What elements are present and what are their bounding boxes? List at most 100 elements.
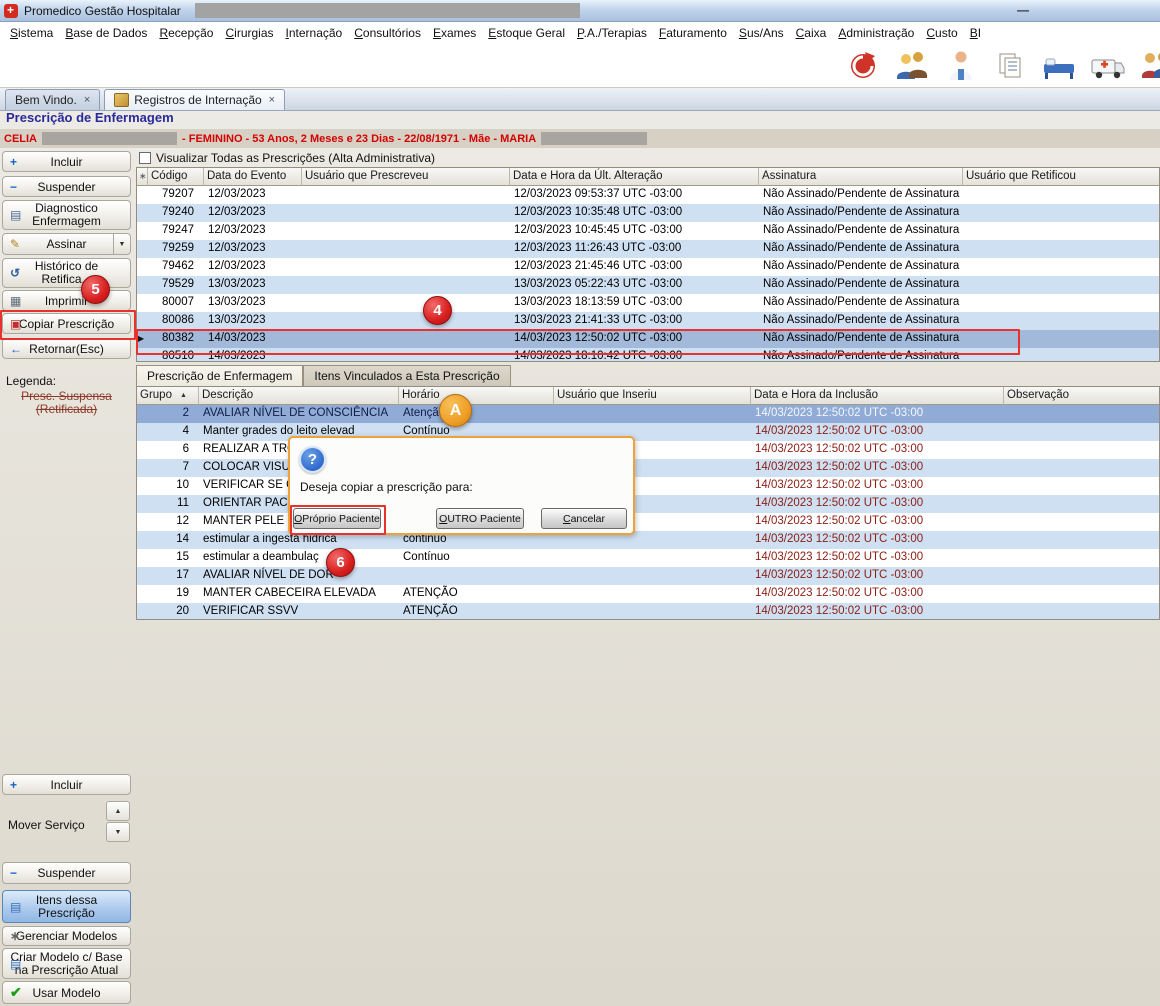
minimize-button[interactable]: — <box>1008 1 1038 19</box>
menu-caixa[interactable]: Caixa <box>790 24 833 42</box>
menu-exames[interactable]: Exames <box>427 24 482 42</box>
column-header-grupo[interactable]: Grupo <box>137 387 199 405</box>
cell-codigo: 79207 <box>148 186 204 204</box>
cell-data-e-hora-da-inclusao: 14/03/2023 12:50:02 UTC -03:00 <box>751 603 1004 620</box>
incluir-item-button[interactable]: Incluir <box>2 774 131 795</box>
cancelar-button[interactable]: Cancelar <box>541 508 627 529</box>
cell-horario: Atenção <box>399 405 554 423</box>
copy-prescription-dialog: Deseja copiar a prescrição para: O Própr… <box>288 436 635 535</box>
proprio-paciente-button[interactable]: O Próprio Paciente <box>293 508 381 529</box>
cell-data-e-hora-da-inclusao: 14/03/2023 12:50:02 UTC -03:00 <box>751 459 1004 477</box>
cell-data-do-evento: 13/03/2023 <box>204 294 302 312</box>
tab-registros-de-internacao[interactable]: Registros de Internação× <box>104 89 285 110</box>
cell-data-e-hora-da-inclusao: 14/03/2023 12:50:02 UTC -03:00 <box>751 405 1004 423</box>
close-icon[interactable]: × <box>269 94 275 106</box>
toolbar-icons <box>844 44 1160 88</box>
menu-administracao[interactable]: Administração <box>832 24 920 42</box>
historico-retificacao-button[interactable]: Histórico de Retifica... <box>2 258 131 288</box>
cell-data-e-hora-da-ult-alteracao: 12/03/2023 10:45:45 UTC -03:00 <box>510 222 759 240</box>
copiar-prescricao-button[interactable]: Copiar Prescrição <box>2 313 131 334</box>
table-row[interactable]: 20VERIFICAR SSVVATENÇÃO14/03/2023 12:50:… <box>137 603 1159 620</box>
column-header-data-e-hora-da-inclusao[interactable]: Data e Hora da Inclusão <box>751 387 1004 405</box>
assinar-dropdown-button[interactable]: ▼ <box>113 234 130 254</box>
documents-icon[interactable] <box>991 47 1029 85</box>
menu-consultorios[interactable]: Consultórios <box>348 24 427 42</box>
table-row[interactable]: 8051014/03/202314/03/2023 18:10:42 UTC -… <box>137 348 1159 362</box>
column-header-horario[interactable]: Horário <box>399 387 554 405</box>
doctor-icon[interactable] <box>942 47 980 85</box>
table-row[interactable]: 7924012/03/202312/03/2023 10:35:48 UTC -… <box>137 204 1159 222</box>
incluir-button[interactable]: Incluir <box>2 151 131 172</box>
column-header-usuario-que-prescreveu[interactable]: Usuário que Prescreveu <box>302 168 510 186</box>
menu-faturamento[interactable]: Faturamento <box>653 24 733 42</box>
menu-custo[interactable]: Custo <box>920 24 963 42</box>
copy-icon <box>10 318 21 330</box>
column-header-assinatura[interactable]: Assinatura <box>759 168 963 186</box>
column-header-observacao[interactable]: Observação <box>1004 387 1160 405</box>
window-title: Promedico Gestão Hospitalar <box>24 4 181 18</box>
column-header-descricao[interactable]: Descrição <box>199 387 399 405</box>
patients-icon[interactable] <box>893 47 931 85</box>
menu-base-de-dados[interactable]: Base de Dados <box>59 24 153 42</box>
column-header-codigo[interactable]: Código <box>148 168 204 186</box>
cell-usuario-que-prescreveu <box>302 204 510 222</box>
menu-recepcao[interactable]: Recepção <box>153 24 219 42</box>
table-row[interactable]: 17AVALIAR NÍVEL DE DOR14/03/2023 12:50:0… <box>137 567 1159 585</box>
people-icon[interactable] <box>1138 47 1160 85</box>
table-row[interactable]: 7952913/03/202313/03/2023 05:22:43 UTC -… <box>137 276 1159 294</box>
step-badge-4: 4 <box>423 296 452 325</box>
cell-grupo: 14 <box>137 531 199 549</box>
criar-modelo-button[interactable]: Criar Modelo c/ Base na Prescrição Atual <box>2 948 131 979</box>
button-label: Enfermagem <box>32 215 101 228</box>
diagnostico-enfermagem-button[interactable]: Diagnostico Enfermagem <box>2 200 131 230</box>
cell-observacao <box>1004 549 1160 567</box>
cell-data-e-hora-da-ult-alteracao: 13/03/2023 05:22:43 UTC -03:00 <box>510 276 759 294</box>
bed-icon[interactable] <box>1040 47 1078 85</box>
gerenciar-modelos-button[interactable]: Gerenciar Modelos <box>2 926 131 946</box>
ambulance-icon[interactable] <box>1089 47 1127 85</box>
table-row[interactable]: 7924712/03/202312/03/2023 10:45:45 UTC -… <box>137 222 1159 240</box>
menu-estoque-geral[interactable]: Estoque Geral <box>482 24 571 42</box>
table-row[interactable]: 7920712/03/202312/03/2023 09:53:37 UTC -… <box>137 186 1159 204</box>
cell-assinatura: Não Assinado/Pendente de Assinatura <box>759 186 963 204</box>
usar-modelo-button[interactable]: Usar Modelo <box>2 981 131 1004</box>
table-row[interactable]: 8038214/03/202314/03/2023 12:50:02 UTC -… <box>137 330 1159 348</box>
table-row[interactable]: 15estimular a deambulaçContínuo14/03/202… <box>137 549 1159 567</box>
table-row[interactable]: 8008613/03/202313/03/2023 21:41:33 UTC -… <box>137 312 1159 330</box>
cell-data-e-hora-da-inclusao: 14/03/2023 12:50:02 UTC -03:00 <box>751 531 1004 549</box>
tab-bem-vindo[interactable]: Bem Vindo.× <box>5 89 100 110</box>
table-row[interactable]: 7946212/03/202312/03/2023 21:45:46 UTC -… <box>137 258 1159 276</box>
itens-dessa-prescricao-button[interactable]: Itens dessa Prescrição <box>2 890 131 923</box>
menu-internacao[interactable]: Internação <box>280 24 349 42</box>
subtab-prescricao-de-enfermagem[interactable]: Prescrição de Enfermagem <box>136 365 303 386</box>
table-row[interactable]: 8000713/03/202313/03/2023 18:13:59 UTC -… <box>137 294 1159 312</box>
menu-bi[interactable]: BI <box>964 24 987 42</box>
outro-paciente-button[interactable]: OUTRO Paciente <box>436 508 524 529</box>
retornar-button[interactable]: Retornar(Esc) <box>2 338 131 359</box>
cell-usuario-que-prescreveu <box>302 312 510 330</box>
assinar-button[interactable]: Assinar ▼ <box>2 233 131 255</box>
column-header-usuario-que-retificou[interactable]: Usuário que Retificou <box>963 168 1160 186</box>
table-row[interactable]: 2AVALIAR NÍVEL DE CONSCIÊNCIAAtenção14/0… <box>137 405 1159 423</box>
menu-sus-ans[interactable]: Sus/Ans <box>733 24 790 42</box>
subtab-itens-vinculados-a-esta-prescricao[interactable]: Itens Vinculados a Esta Prescrição <box>303 365 510 386</box>
suspender-item-button[interactable]: Suspender <box>2 862 131 884</box>
show-all-prescriptions-checkbox[interactable] <box>139 152 151 164</box>
column-header-data-e-hora-da-ult-alteracao[interactable]: Data e Hora da Últ. Alteração <box>510 168 759 186</box>
button-label: Suspender <box>37 180 95 194</box>
move-up-button[interactable] <box>106 801 130 821</box>
table-row[interactable]: 19MANTER CABECEIRA ELEVADAATENÇÃO14/03/2… <box>137 585 1159 603</box>
menu-cirurgias[interactable]: Cirurgias <box>219 24 279 42</box>
close-icon[interactable]: × <box>84 94 90 106</box>
suspender-button[interactable]: Suspender <box>2 176 131 197</box>
column-header-data-do-evento[interactable]: Data do Evento <box>204 168 302 186</box>
move-down-button[interactable] <box>106 822 130 842</box>
button-label: Incluir <box>50 155 82 169</box>
logout-icon[interactable] <box>844 47 882 85</box>
imprimir-button[interactable]: Imprimir <box>2 290 131 311</box>
menu-p-a-terapias[interactable]: P.A./Terapias <box>571 24 653 42</box>
column-header-usuario-que-inseriu[interactable]: Usuário que Inseriu <box>554 387 751 405</box>
menu-sistema[interactable]: Sistema <box>4 24 59 42</box>
table-row[interactable]: 7925912/03/202312/03/2023 11:26:43 UTC -… <box>137 240 1159 258</box>
cell-grupo: 2 <box>137 405 199 423</box>
